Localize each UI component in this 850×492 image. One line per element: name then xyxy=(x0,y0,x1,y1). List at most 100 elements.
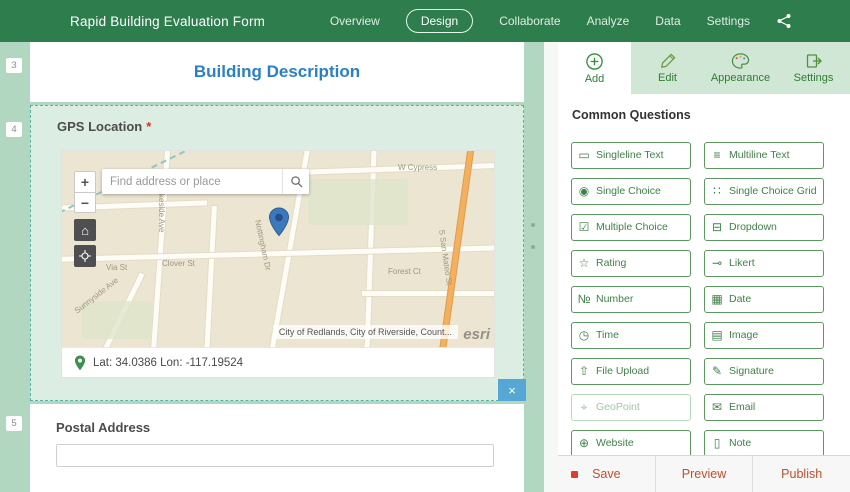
question-type-multiline-text[interactable]: ≡ Multiline Text xyxy=(704,142,824,169)
publish-label: Publish xyxy=(781,467,823,481)
question-type-number[interactable]: № Number xyxy=(571,286,691,313)
question-type-label: Signature xyxy=(729,364,774,377)
tab-edit[interactable]: Edit xyxy=(631,42,704,94)
question-type-label: Time xyxy=(596,328,619,341)
question-type-label: Single Choice Grid xyxy=(729,184,817,197)
question-type-label: Number xyxy=(596,292,634,305)
nav-design[interactable]: Design xyxy=(405,9,474,33)
search-button[interactable] xyxy=(282,169,309,194)
question-type-label: Multiline Text xyxy=(729,148,790,161)
question-number-badge: 4 xyxy=(6,122,22,137)
question-gps-location[interactable]: GPS Location * Lakeside Ave Clover St No… xyxy=(30,105,526,401)
nav-analyze[interactable]: Analyze xyxy=(587,14,630,28)
file-upload-icon: ⇧ xyxy=(578,364,590,379)
question-type-singleline-text[interactable]: ▭ Singleline Text xyxy=(571,142,691,169)
tab-add[interactable]: Add xyxy=(558,42,631,94)
canvas-scrollbar[interactable] xyxy=(544,42,558,492)
nav-collaborate[interactable]: Collaborate xyxy=(499,14,560,28)
question-type-time[interactable]: ◷ Time xyxy=(571,322,691,349)
tab-label: Appearance xyxy=(710,72,771,84)
single-choice-grid-icon: ∷ xyxy=(713,184,721,199)
question-type-likert[interactable]: ⊸ Likert xyxy=(704,250,824,277)
map-vegetation xyxy=(82,301,152,339)
question-type-label: Single Choice xyxy=(596,184,661,197)
form-title-section[interactable]: Building Description xyxy=(30,42,524,102)
search-icon xyxy=(290,175,303,188)
question-type-date[interactable]: ▦ Date xyxy=(704,286,824,313)
tab-appearance[interactable]: Appearance xyxy=(704,42,777,94)
locate-button[interactable] xyxy=(74,245,96,267)
nav-data[interactable]: Data xyxy=(655,14,680,28)
nav-overview[interactable]: Overview xyxy=(330,14,380,28)
top-nav: Overview Design Collaborate Analyze Data… xyxy=(330,9,750,33)
save-label: Save xyxy=(592,467,621,481)
question-type-label: Email xyxy=(729,400,756,413)
question-type-label: GeoPoint xyxy=(596,400,640,413)
appearance-icon xyxy=(731,52,750,70)
settings-icon xyxy=(805,52,823,70)
signature-icon: ✎ xyxy=(711,364,723,379)
home-icon: ⌂ xyxy=(81,222,89,238)
postal-address-input[interactable] xyxy=(56,444,494,467)
question-label: GPS Location * xyxy=(57,119,523,134)
question-postal-address[interactable]: Postal Address xyxy=(30,404,524,492)
nav-settings[interactable]: Settings xyxy=(707,14,750,28)
esri-logo: esri xyxy=(463,326,490,343)
question-type-multiple-choice[interactable]: ☑ Multiple Choice xyxy=(571,214,691,241)
home-button[interactable]: ⌂ xyxy=(74,219,96,241)
map-search-input[interactable] xyxy=(102,169,282,194)
question-type-website[interactable]: ⊕ Website xyxy=(571,430,691,457)
tab-settings[interactable]: Settings xyxy=(777,42,850,94)
question-number-badge: 5 xyxy=(6,416,22,431)
street-label: Via St xyxy=(106,263,128,272)
geopoint-icon xyxy=(74,354,86,371)
geopoint-type-icon: ⌖ xyxy=(580,400,588,415)
question-type-image[interactable]: ▤ Image xyxy=(704,322,824,349)
zoom-in-button[interactable]: + xyxy=(74,171,96,192)
save-button[interactable]: Save xyxy=(558,456,656,492)
street-label: W Cypress xyxy=(398,163,438,172)
question-type-file-upload[interactable]: ⇧ File Upload xyxy=(571,358,691,385)
preview-label: Preview xyxy=(681,467,727,481)
app-title: Rapid Building Evaluation Form xyxy=(70,13,266,29)
drag-handle[interactable] xyxy=(531,223,535,249)
map-pin-icon[interactable] xyxy=(268,207,290,242)
zoom-out-button[interactable]: − xyxy=(74,192,96,213)
map[interactable]: Lakeside Ave Clover St Nottingham Dr Via… xyxy=(62,151,494,347)
zoom-controls: + − xyxy=(74,171,96,213)
note-icon: ▯ xyxy=(713,436,721,451)
sidebar-tabs: Add Edit Appearance Settings xyxy=(558,42,850,94)
question-type-single-choice[interactable]: ◉ Single Choice xyxy=(571,178,691,205)
question-type-note[interactable]: ▯ Note xyxy=(704,430,824,457)
tab-label: Add xyxy=(584,72,605,85)
coordinates-text: Lat: 34.0386 Lon: -117.19524 xyxy=(93,356,244,369)
share-icon[interactable] xyxy=(776,13,792,29)
question-type-rating[interactable]: ☆ Rating xyxy=(571,250,691,277)
question-type-single-choice-grid[interactable]: ∷ Single Choice Grid xyxy=(704,178,824,205)
app-window: Rapid Building Evaluation Form Overview … xyxy=(0,0,850,492)
question-type-label: Likert xyxy=(729,256,755,269)
edit-icon xyxy=(659,52,677,70)
unsaved-indicator xyxy=(571,471,578,478)
sidebar: Add Edit Appearance Settings Common Ques… xyxy=(558,42,850,492)
question-type-grid: ▭ Singleline Text ≡ Multiline Text ◉ Single… xyxy=(571,142,824,457)
question-type-dropdown[interactable]: ⊟ Dropdown xyxy=(704,214,824,241)
question-type-label: Multiple Choice xyxy=(596,220,668,233)
image-icon: ▤ xyxy=(711,328,723,343)
map-road xyxy=(362,291,494,296)
remove-question-button[interactable]: × xyxy=(498,379,526,401)
locate-icon xyxy=(79,250,91,262)
street-label: S San Mateo St xyxy=(437,229,454,286)
publish-button[interactable]: Publish xyxy=(753,456,850,492)
dropdown-icon: ⊟ xyxy=(711,220,723,235)
tab-label: Edit xyxy=(658,72,677,84)
question-type-signature[interactable]: ✎ Signature xyxy=(704,358,824,385)
action-bar: Save Preview Publish xyxy=(558,455,850,492)
page-title: Building Description xyxy=(193,62,361,81)
map-widget: Lakeside Ave Clover St Nottingham Dr Via… xyxy=(61,150,495,378)
preview-button[interactable]: Preview xyxy=(656,456,754,492)
street-label: Clover St xyxy=(162,259,195,268)
question-type-email[interactable]: ✉ Email xyxy=(704,394,824,421)
street-label: Forest Ct xyxy=(388,267,421,276)
question-type-label: File Upload xyxy=(596,364,650,377)
